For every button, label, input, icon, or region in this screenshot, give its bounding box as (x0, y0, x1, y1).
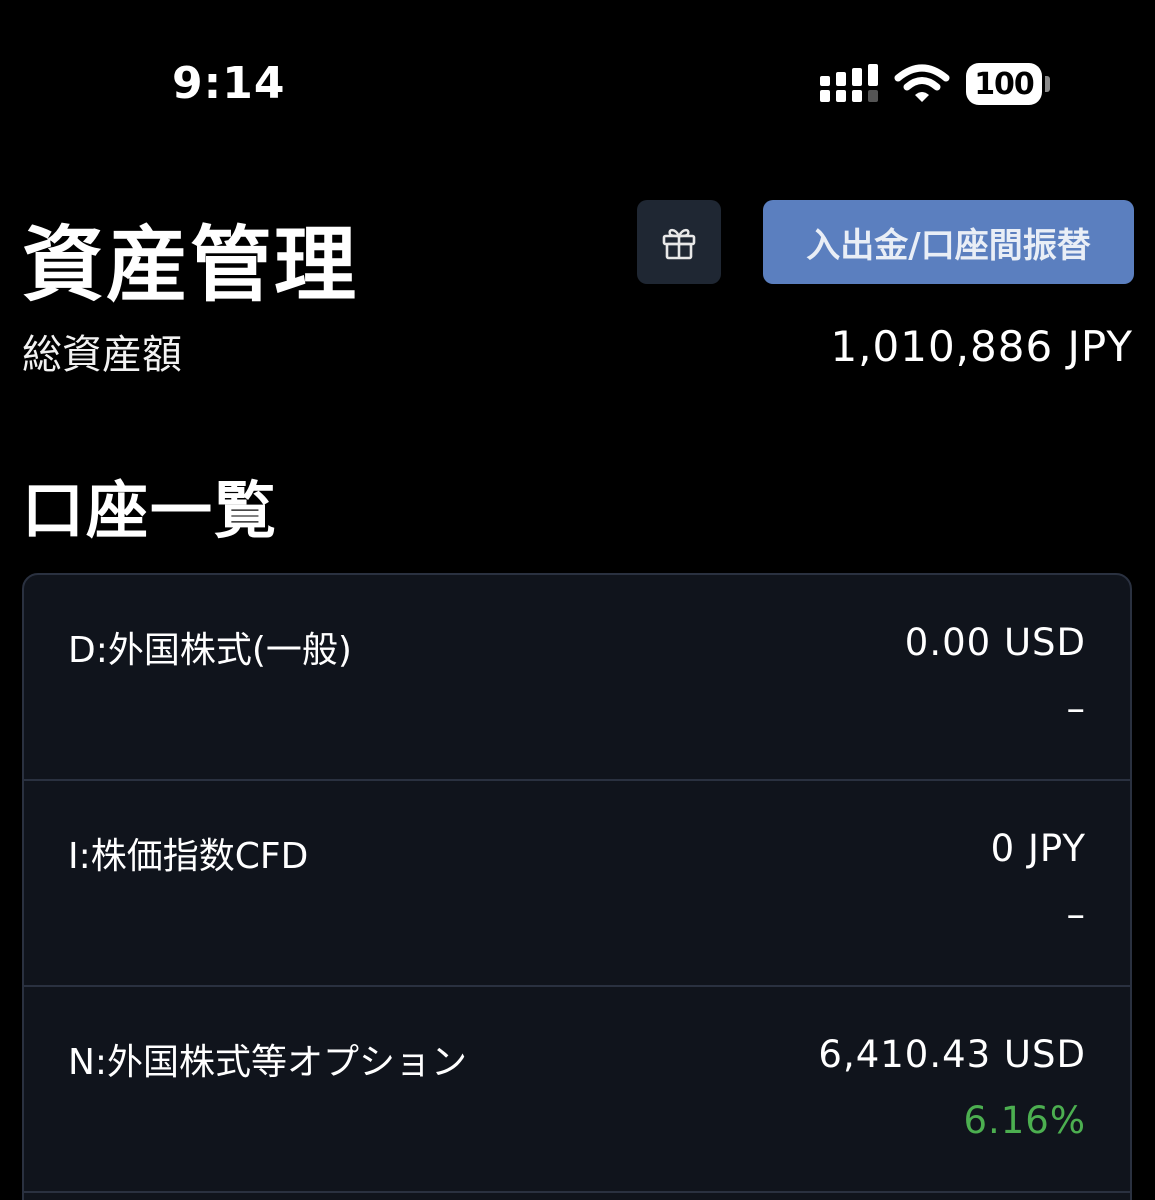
account-value: 0.00 USD (904, 621, 1086, 664)
battery-icon: 100 (966, 63, 1050, 105)
gift-icon (662, 228, 696, 260)
account-name: N:外国株式等オプション (68, 1042, 468, 1083)
account-value: 0 JPY (990, 827, 1086, 870)
total-assets-value: 1,010,886 JPY (830, 322, 1133, 371)
account-row-d[interactable]: D:外国株式(一般) 0.00 USD – (24, 575, 1130, 781)
account-name: D:外国株式(一般) (68, 630, 352, 671)
asset-management-screen: 9:14 100 資産管理 入出金/口座間振替 総資産額 1,010,886 J… (0, 0, 1155, 1200)
account-row-n[interactable]: N:外国株式等オプション 6,410.43 USD 6.16% (24, 987, 1130, 1193)
account-change: – (1066, 893, 1086, 936)
cellular-signal-icon (820, 64, 878, 102)
account-value: 6,410.43 USD (818, 1033, 1086, 1076)
battery-level: 100 (966, 63, 1042, 105)
status-time: 9:14 (172, 58, 286, 109)
page-title: 資産管理 (22, 218, 359, 313)
account-row-i[interactable]: I:株価指数CFD 0 JPY – (24, 781, 1130, 987)
account-name: I:株価指数CFD (68, 836, 309, 877)
account-list: D:外国株式(一般) 0.00 USD – I:株価指数CFD 0 JPY – … (22, 573, 1132, 1200)
total-assets-label: 総資産額 (22, 332, 182, 378)
account-change: – (1066, 687, 1086, 730)
battery-tip (1045, 76, 1050, 92)
accounts-section-title: 口座一覧 (22, 474, 279, 547)
wifi-icon (894, 64, 950, 102)
account-change: 6.16% (963, 1099, 1086, 1142)
gift-button[interactable] (637, 200, 721, 284)
deposit-transfer-button[interactable]: 入出金/口座間振替 (763, 200, 1134, 284)
